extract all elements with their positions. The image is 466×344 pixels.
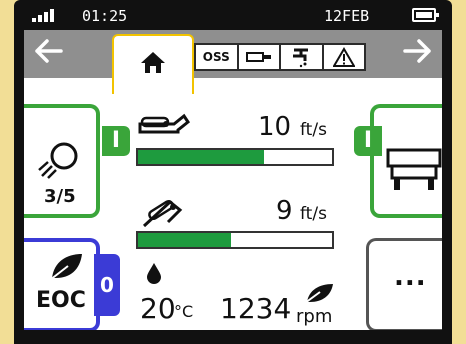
- tab-pto[interactable]: [239, 45, 281, 69]
- engine-rpm-value: 1234: [220, 292, 292, 325]
- gauge-2-bar: [136, 231, 334, 249]
- battery-icon: [412, 8, 439, 22]
- back-button[interactable]: [30, 38, 66, 68]
- engine-rpm-unit: rpm: [296, 306, 333, 327]
- engine-leaf-icon: [304, 284, 333, 304]
- work-lights-badge: I: [102, 126, 130, 156]
- oil-drop-icon: [147, 263, 161, 284]
- work-lights-count: 3/5: [44, 186, 76, 207]
- tab-home[interactable]: [112, 34, 194, 94]
- nav-bar: OSS: [24, 30, 442, 94]
- wheel-speed-icon: [138, 113, 191, 134]
- signal-strength-icon: [32, 9, 54, 22]
- bottom-bezel: [24, 330, 442, 344]
- home-icon: [141, 52, 165, 73]
- pto-shaft-icon: [245, 52, 271, 62]
- date: 12FEB: [324, 7, 370, 25]
- gauge-1-unit: ft/s: [300, 120, 327, 140]
- ground-speed-icon: [142, 199, 183, 228]
- gauge-1-value: 10: [258, 112, 292, 142]
- leaf-icon: [49, 254, 82, 281]
- temperature-unit: °C: [174, 302, 194, 321]
- tab-hydraulics[interactable]: [281, 45, 324, 69]
- forward-button[interactable]: [400, 38, 436, 68]
- warning-icon: [332, 47, 355, 67]
- eco-label: EOC: [36, 288, 86, 313]
- arrow-left-icon: [35, 39, 63, 63]
- temperature-value: 20: [140, 292, 176, 325]
- gauge-2-unit: ft/s: [300, 204, 327, 224]
- more-button-label: ...: [394, 262, 427, 292]
- tab-warnings[interactable]: [324, 45, 365, 69]
- eco-badge: 0: [94, 254, 120, 316]
- tab-strip: OSS: [194, 43, 366, 71]
- hydraulic-valve-icon: [293, 48, 309, 68]
- gauge-2-fill: [138, 233, 232, 247]
- arrow-right-icon: [403, 39, 431, 63]
- implement-icon: [386, 148, 442, 190]
- gauge-1-fill: [138, 150, 265, 164]
- status-bar: 01:25 12FEB: [24, 0, 442, 30]
- oss-label: OSS: [202, 50, 230, 64]
- work-light-icon: [38, 142, 78, 179]
- gauge-1-bar: [136, 148, 334, 166]
- display-screen: 01:25 12FEB OSS 3/5 I I EOC 0 ... 10 ft/…: [24, 0, 442, 344]
- gauge-2-value: 9: [276, 196, 293, 226]
- clock: 01:25: [82, 7, 128, 25]
- tab-oss[interactable]: OSS: [196, 45, 239, 69]
- implement-badge: I: [354, 126, 382, 156]
